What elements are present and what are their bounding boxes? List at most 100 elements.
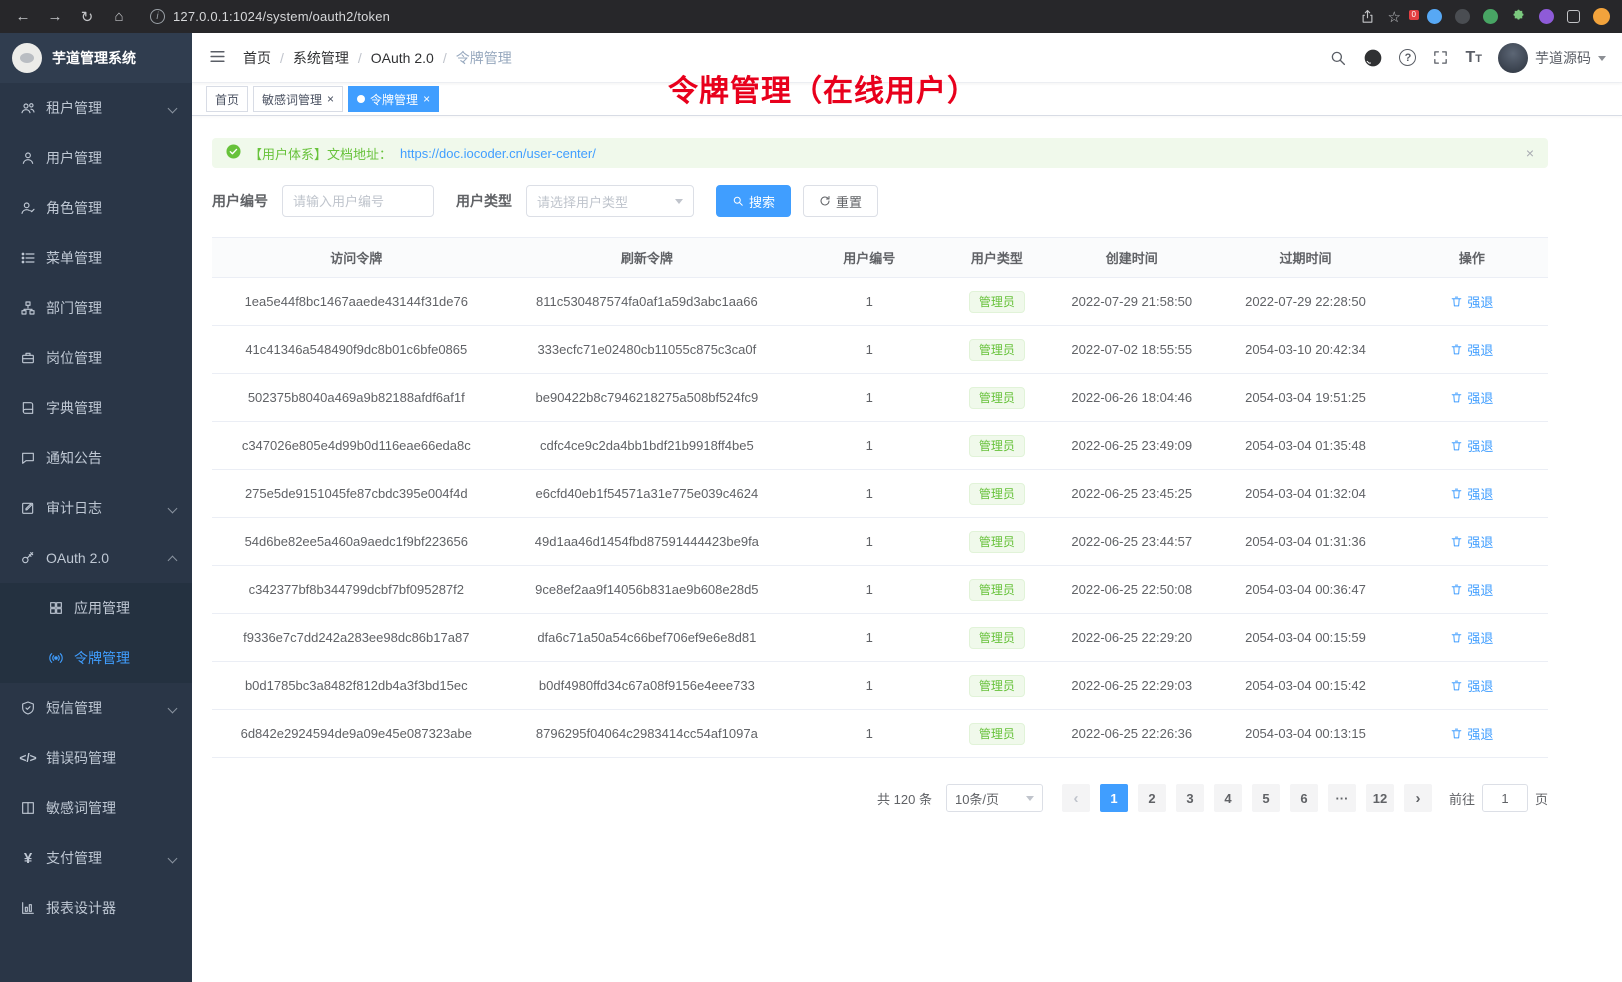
font-size-icon[interactable]: TT [1465,50,1482,66]
chevron-down-icon [168,103,178,113]
browser-home-button[interactable]: ⌂ [108,6,130,28]
user-type-select[interactable]: 请选择用户类型 [526,185,694,217]
sidebar-item-notice[interactable]: 通知公告 [0,433,192,483]
doc-link[interactable]: https://doc.iocoder.cn/user-center/ [400,146,596,161]
search-icon[interactable] [1329,49,1347,67]
user-id-cell: 1 [793,566,945,614]
page-button[interactable]: 4 [1214,784,1242,812]
extension-icon-blue[interactable] [1427,9,1442,24]
site-info-icon[interactable]: i [150,9,165,24]
user-type-badge: 管理员 [969,579,1025,601]
sidebar-item-label: 短信管理 [46,698,102,718]
sidebar-item-label: 岗位管理 [46,348,102,368]
created-time-cell: 2022-07-29 21:58:50 [1048,278,1215,326]
force-logout-button[interactable]: 强退 [1450,340,1493,359]
force-logout-button[interactable]: 强退 [1450,292,1493,311]
bookmark-star-icon[interactable]: ☆ [1388,8,1401,26]
browser-toolbar: ← → ↻ ⌂ i 127.0.0.1:1024/system/oauth2/t… [0,0,1622,33]
url-text[interactable]: 127.0.0.1:1024/system/oauth2/token [173,9,390,24]
column-header-expire-time: 过期时间 [1215,238,1395,278]
page-button[interactable]: 12 [1366,784,1394,812]
force-logout-button[interactable]: 强退 [1450,580,1493,599]
app-logo[interactable]: 芋道管理系统 [0,33,192,83]
breadcrumb-item-system[interactable]: 系统管理 [293,48,349,68]
page-button[interactable]: 5 [1252,784,1280,812]
reset-button[interactable]: 重置 [803,185,878,217]
page-button[interactable]: 6 [1290,784,1318,812]
sidebar-item-audit-log[interactable]: 审计日志 [0,483,192,533]
sidebar-item-oauth-app[interactable]: 应用管理 [0,583,192,633]
next-page-button[interactable]: › [1404,784,1432,812]
active-dot [357,95,365,103]
people-icon [20,100,36,116]
fullscreen-icon[interactable] [1432,49,1449,66]
prev-page-button[interactable]: ‹ [1062,784,1090,812]
user-type-label: 用户类型 [456,191,512,211]
force-logout-button[interactable]: 强退 [1450,532,1493,551]
page-size-select[interactable]: 10条/页 [946,784,1043,812]
breadcrumb-item-oauth[interactable]: OAuth 2.0 [371,50,434,66]
breadcrumb-item-home[interactable]: 首页 [243,48,271,68]
table-header-row: 访问令牌 刷新令牌 用户编号 用户类型 创建时间 过期时间 操作 [212,238,1548,278]
close-icon[interactable]: × [327,93,334,105]
share-icon[interactable] [1360,9,1375,24]
sidebar-item-dept[interactable]: 部门管理 [0,283,192,333]
page-button[interactable]: 2 [1138,784,1166,812]
table-row: 54d6be82ee5a460a9aedc1f9bf223656 49d1aa4… [212,518,1548,566]
sidebar-item-dict[interactable]: 字典管理 [0,383,192,433]
sidebar-item-oauth-token[interactable]: 令牌管理 [0,633,192,683]
created-time-cell: 2022-06-25 23:49:09 [1048,422,1215,470]
browser-forward-button[interactable]: → [44,6,66,28]
sidebar-item-role[interactable]: 角色管理 [0,183,192,233]
sidebar-item-post[interactable]: 岗位管理 [0,333,192,383]
briefcase-icon [20,350,36,366]
sidebar-item-user[interactable]: 用户管理 [0,133,192,183]
extension-icon-dark[interactable] [1455,9,1470,24]
tab-label: 首页 [215,91,239,108]
user-type-cell: 管理员 [945,422,1048,470]
sidebar-item-error-code[interactable]: </> 错误码管理 [0,733,192,783]
action-cell: 强退 [1396,326,1548,374]
tab-sensitive-word[interactable]: 敏感词管理 × [253,86,343,112]
user-id-input[interactable] [282,185,434,217]
search-button[interactable]: 搜索 [716,185,791,217]
extensions-puzzle-icon[interactable] [1511,9,1526,24]
page-button[interactable]: 3 [1176,784,1204,812]
tab-home[interactable]: 首页 [206,86,248,112]
sidebar-item-sensitive-word[interactable]: 敏感词管理 [0,783,192,833]
force-logout-button[interactable]: 强退 [1450,436,1493,455]
github-icon[interactable] [1363,48,1383,68]
browser-reload-button[interactable]: ↻ [76,6,98,28]
table-row: 502375b8040a469a9b82188afdf6af1f be90422… [212,374,1548,422]
address-bar[interactable]: i 127.0.0.1:1024/system/oauth2/token [150,9,1360,24]
browser-back-button[interactable]: ← [12,6,34,28]
sidebar-item-sms[interactable]: 短信管理 [0,683,192,733]
page-button[interactable]: 1 [1100,784,1128,812]
extension-icon-purple[interactable] [1539,9,1554,24]
user-menu[interactable]: 芋道源码 [1498,43,1606,73]
expire-time-cell: 2054-03-04 19:51:25 [1215,374,1395,422]
close-icon[interactable]: × [423,93,430,105]
more-pages-button[interactable]: ··· [1328,784,1356,812]
force-logout-button[interactable]: 强退 [1450,676,1493,695]
sidebar-item-tenant[interactable]: 租户管理 [0,83,192,133]
profile-avatar-icon[interactable] [1593,8,1610,25]
sidebar-item-label: 报表设计器 [46,898,116,918]
hamburger-icon[interactable] [208,47,227,69]
sidebar-item-payment[interactable]: ¥ 支付管理 [0,833,192,883]
force-logout-button[interactable]: 强退 [1450,724,1493,743]
tab-token[interactable]: 令牌管理 × [348,86,439,112]
extension-icon-green[interactable] [1483,9,1498,24]
force-logout-button[interactable]: 强退 [1450,628,1493,647]
goto-page-input[interactable] [1482,784,1528,812]
close-icon[interactable]: × [1526,145,1534,161]
sidebar-item-oauth[interactable]: OAuth 2.0 [0,533,192,583]
tab-switcher-icon[interactable] [1567,10,1580,23]
help-icon[interactable]: ? [1399,49,1416,66]
force-logout-button[interactable]: 强退 [1450,484,1493,503]
sidebar-item-menu[interactable]: 菜单管理 [0,233,192,283]
expire-time-cell: 2054-03-04 00:15:59 [1215,614,1395,662]
extension-badge: 0 [1409,10,1419,20]
force-logout-button[interactable]: 强退 [1450,388,1493,407]
sidebar-item-report-designer[interactable]: 报表设计器 [0,883,192,933]
